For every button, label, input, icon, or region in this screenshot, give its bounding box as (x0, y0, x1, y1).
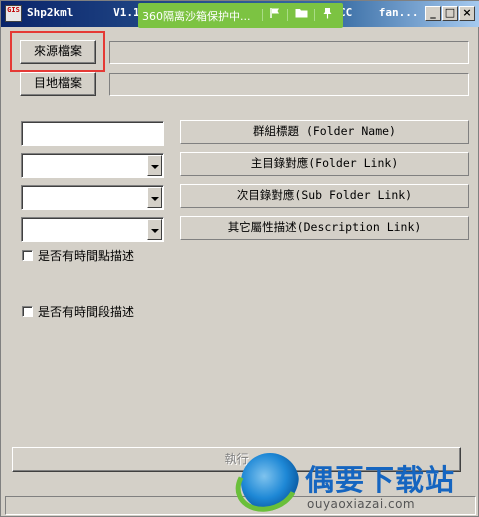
close-button[interactable]: × (459, 6, 475, 21)
watermark-url: ouyaoxiazai.com (307, 497, 416, 511)
watermark-title: 偶要下载站 (305, 463, 456, 497)
flag-icon[interactable] (266, 7, 284, 23)
target-file-button[interactable]: 目地檔案 (20, 72, 96, 96)
folder-name-input[interactable] (21, 121, 164, 146)
highlight-box (10, 31, 105, 72)
chevron-down-icon[interactable] (147, 187, 162, 208)
minimize-button[interactable]: _ (425, 6, 441, 21)
folder-name-button[interactable]: 群組標題 (Folder Name) (180, 120, 469, 144)
sub-folder-link-button[interactable]: 次目錄對應(Sub Folder Link) (180, 184, 469, 208)
pin-icon[interactable] (318, 7, 336, 23)
folder-icon[interactable] (292, 7, 310, 23)
sandbox-separator (314, 9, 315, 21)
main-folder-link-button[interactable]: 主目錄對應(Folder Link) (180, 152, 469, 176)
time-point-label[interactable]: 是否有時間點描述 (38, 247, 134, 264)
source-file-path[interactable] (109, 41, 469, 64)
sandbox-separator (262, 9, 263, 21)
time-point-checkbox[interactable] (22, 250, 33, 261)
sub-folder-link-select[interactable] (21, 185, 164, 210)
watermark-ring-icon (228, 449, 306, 517)
maximize-button[interactable]: □ (442, 6, 458, 21)
time-span-checkbox[interactable] (22, 306, 33, 317)
description-link-select[interactable] (21, 217, 164, 242)
description-link-button[interactable]: 其它屬性描述(Description Link) (180, 216, 469, 240)
time-span-label[interactable]: 是否有時間段描述 (38, 303, 134, 320)
chevron-down-icon[interactable] (147, 155, 162, 176)
sandbox-separator (287, 9, 288, 21)
window-title: Shp2kml V1.1 (27, 6, 140, 19)
gis-app-icon: GIS (5, 5, 22, 22)
chevron-down-icon[interactable] (147, 219, 162, 240)
sandbox-status-text: 360隔离沙箱保护中... (142, 10, 251, 23)
watermark: 偶要下载站 ouyaoxiazai.com (228, 449, 478, 517)
main-folder-link-select[interactable] (21, 153, 164, 178)
target-file-path[interactable] (109, 73, 469, 96)
sandbox-bar: 360隔离沙箱保护中... (138, 3, 343, 28)
app-window: GIS Shp2kml V1.1 CC fan... _ □ × 360隔离沙箱… (0, 0, 479, 517)
window-title-tail: CC fan... (339, 6, 419, 19)
